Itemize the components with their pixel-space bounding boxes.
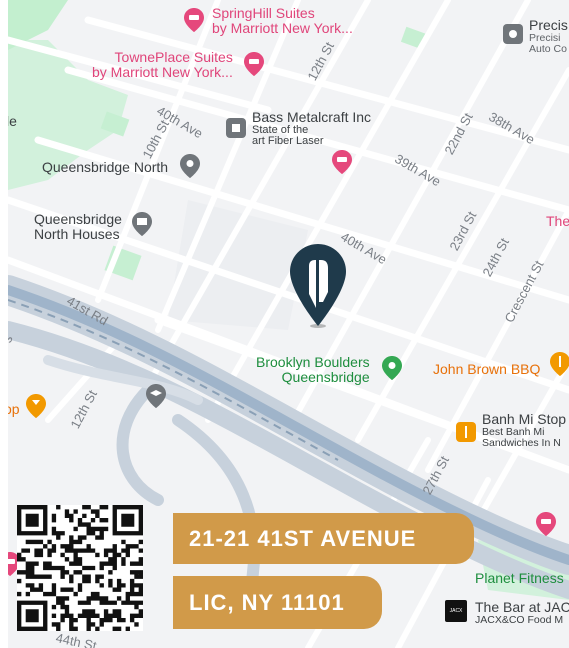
- poi-label: John Brown BBQ: [433, 361, 541, 377]
- bar-pin-icon[interactable]: [26, 394, 46, 418]
- poi-label: Bass Metalcraft Inc: [252, 109, 372, 125]
- poi-label: Queensbridge: [281, 368, 370, 385]
- hotel-pin-icon[interactable]: [332, 150, 352, 174]
- poi-label: The Bar at JAC: [475, 599, 569, 615]
- poi-banh-mi-stop[interactable]: Banh Mi Stop Best Banh Mi Sandwiches In …: [482, 412, 566, 449]
- landmark-pin-icon[interactable]: [132, 212, 152, 236]
- poi-label: op: [8, 401, 20, 417]
- address-line1: 21-21 41ST AVENUE: [189, 525, 417, 551]
- poi-bass-metalcraft[interactable]: Bass Metalcraft Inc State of the art Fib…: [252, 110, 371, 148]
- restaurant-icon[interactable]: [456, 422, 476, 442]
- poi-john-brown-bbq[interactable]: John Brown BBQ: [433, 362, 540, 377]
- poi-queensbridge-north[interactable]: Queensbridge North: [42, 160, 168, 175]
- poi-label: le: [8, 113, 17, 129]
- hotel-pin-icon[interactable]: [184, 8, 204, 32]
- property-location-pin-icon[interactable]: [288, 242, 348, 328]
- address-banner-line2: LIC, NY 11101: [173, 576, 382, 629]
- address-line2: LIC, NY 11101: [189, 589, 345, 615]
- logo-text: JACX: [449, 608, 463, 614]
- poi-sublabel: Auto Co: [529, 42, 567, 55]
- poi-label: Queensbridge North: [42, 159, 169, 175]
- poi-sublabel: art Fiber Laser: [252, 135, 324, 148]
- poi-label: by Marriott New York...: [212, 19, 353, 36]
- poi-edge-the[interactable]: The: [546, 214, 569, 229]
- place-pin-icon[interactable]: [180, 154, 200, 178]
- factory-icon[interactable]: [226, 118, 246, 138]
- poi-springhill-suites[interactable]: SpringHill Suites by Marriott New York..…: [212, 6, 353, 35]
- poi-precision-auto[interactable]: Precis Precisi Auto Co: [529, 18, 568, 55]
- hotel-pin-icon[interactable]: [244, 52, 264, 76]
- poi-edge-op[interactable]: op: [8, 402, 20, 417]
- qr-code[interactable]: [17, 505, 143, 631]
- address-banner-line1: 21-21 41ST AVENUE: [173, 513, 474, 564]
- gym-pin-icon[interactable]: [382, 356, 402, 380]
- poi-brooklyn-boulders[interactable]: Brooklyn Boulders Queensbridge: [256, 355, 370, 384]
- jacx-logo-icon[interactable]: JACX: [445, 600, 467, 622]
- poi-label: North Houses: [34, 225, 120, 242]
- shop-icon[interactable]: [503, 24, 523, 44]
- poi-label: Brooklyn Boulders: [256, 354, 370, 370]
- poi-sublabel: JACX&CO Food M: [475, 613, 564, 626]
- poi-label: Banh Mi Stop: [482, 411, 567, 427]
- poi-sublabel: Sandwiches In N: [482, 436, 561, 449]
- poi-label: SpringHill Suites: [212, 5, 315, 21]
- restaurant-pin-icon[interactable]: [550, 352, 569, 376]
- poi-label: Queensbridge: [34, 211, 122, 227]
- poi-edge-le[interactable]: le: [8, 114, 17, 129]
- poi-queensbridge-north-houses[interactable]: Queensbridge North Houses: [34, 212, 122, 241]
- poi-label: Planet Fitness: [475, 570, 564, 586]
- school-pin-icon[interactable]: [146, 384, 166, 408]
- poi-label: TownePlace Suites: [114, 49, 233, 65]
- poi-label: The: [546, 213, 569, 229]
- poi-the-bar-jacx[interactable]: The Bar at JAC JACX&CO Food M: [475, 600, 569, 626]
- poi-label: Precis: [529, 17, 568, 33]
- hotel-pin-icon[interactable]: [536, 512, 556, 536]
- poi-label: by Marriott New York...: [92, 63, 233, 80]
- poi-towneplace-suites[interactable]: TownePlace Suites by Marriott New York..…: [92, 50, 233, 79]
- poi-planet-fitness[interactable]: Planet Fitness: [475, 571, 564, 586]
